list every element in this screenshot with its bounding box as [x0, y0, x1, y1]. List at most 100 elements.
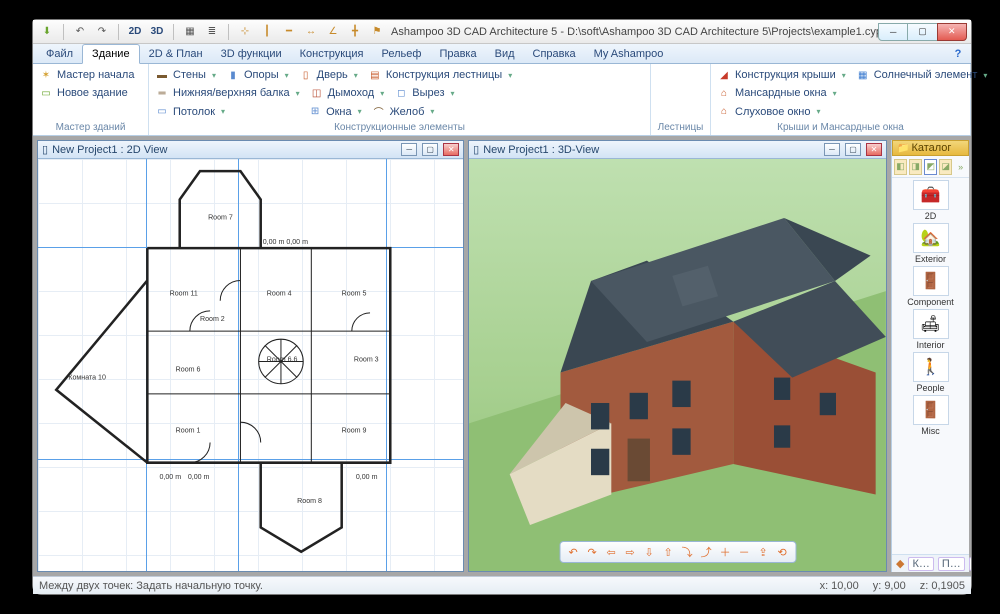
- ruler-h-icon[interactable]: ━: [281, 24, 297, 40]
- btn-walls[interactable]: ▬Стены▾: [155, 68, 216, 82]
- layers-icon[interactable]: ≣: [204, 24, 220, 40]
- btn-supports[interactable]: ▮Опоры▾: [226, 68, 289, 82]
- menu-construction[interactable]: Конструкция: [291, 44, 373, 63]
- guide-icon[interactable]: ╋: [347, 24, 363, 40]
- docked-tab[interactable]: К…: [908, 557, 933, 571]
- catalog-item-2d[interactable]: 🧰2D: [894, 180, 967, 221]
- nav-orbit-left[interactable]: ↶: [565, 545, 581, 559]
- cat-tool-2[interactable]: ◨: [909, 159, 922, 175]
- menu-3d-functions[interactable]: 3D функции: [212, 44, 291, 63]
- btn-chimney[interactable]: ◫Дымоход▾: [310, 86, 385, 100]
- cat-tool-1[interactable]: ◧: [894, 159, 907, 175]
- nav-tilt-down[interactable]: ⤵: [679, 545, 695, 559]
- btn-beam[interactable]: ═Нижняя/верхняя балка▾: [155, 86, 300, 100]
- btn-ceiling[interactable]: ▭Потолок▾: [155, 105, 225, 119]
- grid-icon[interactable]: ▦: [182, 24, 198, 40]
- mdi-title-text: New Project1 : 3D-View: [483, 144, 599, 156]
- btn-roof-windows[interactable]: ⌂Мансардные окна▾: [717, 86, 837, 100]
- tab-icon[interactable]: ◆: [896, 557, 904, 570]
- minimize-button[interactable]: ─: [878, 23, 908, 41]
- menu-edit[interactable]: Правка: [430, 44, 485, 63]
- mdi-minimize[interactable]: ─: [401, 143, 417, 156]
- docked-tabs: ◆ К… П… Р… Р… П…: [892, 554, 969, 572]
- btn-roof[interactable]: ◢Конструкция крыши▾: [717, 68, 846, 82]
- nav-down[interactable]: ⇩: [641, 545, 657, 559]
- btn-solar[interactable]: ▦Солнечный элемент▾: [856, 68, 988, 82]
- btn-stairs[interactable]: ▤Конструкция лестницы▾: [368, 68, 512, 82]
- cat-tool-4[interactable]: ◪: [939, 159, 952, 175]
- nav-tilt-up[interactable]: ⤴: [698, 545, 714, 559]
- 3d-canvas[interactable]: ↶ ↷ ⇦ ⇨ ⇩ ⇧ ⤵ ⤴ ＋ － ⇪ ⟲: [469, 159, 886, 571]
- label: Стены: [173, 69, 206, 81]
- btn-wizard-start[interactable]: ✶Мастер начала: [39, 68, 134, 82]
- snap-icon[interactable]: ⊹: [237, 24, 253, 40]
- mdi-close[interactable]: ✕: [443, 143, 459, 156]
- undo-icon[interactable]: ↶: [72, 24, 88, 40]
- catalog-item-interior[interactable]: 🛋Interior: [894, 309, 967, 350]
- mdi-maximize[interactable]: ▢: [845, 143, 861, 156]
- catalog-item-exterior[interactable]: 🏡Exterior: [894, 223, 967, 264]
- view-2d-toggle[interactable]: 2D: [127, 24, 143, 40]
- menu-2d-plan[interactable]: 2D & План: [140, 44, 212, 63]
- 2d-canvas[interactable]: Room 7 Room 11 Room 2 Room 4 Room 5 Room…: [38, 159, 463, 571]
- catalog-item-misc[interactable]: 🚪Misc: [894, 395, 967, 436]
- mdi-2d-titlebar[interactable]: ▯ New Project1 : 2D View ─ ▢ ✕: [38, 141, 463, 159]
- btn-dormer[interactable]: ⌂Слуховое окно▾: [717, 105, 821, 119]
- status-message: Между двух точек: Задать начальную точку…: [39, 580, 263, 592]
- catalog-title[interactable]: 📁Каталог: [892, 140, 969, 156]
- measure-icon[interactable]: ↔: [303, 24, 319, 40]
- btn-gutter[interactable]: ⌒Желоб▾: [372, 105, 435, 119]
- nav-right[interactable]: ⇨: [622, 545, 638, 559]
- redo-icon[interactable]: ↷: [94, 24, 110, 40]
- cat-tool-3[interactable]: ◩: [924, 159, 937, 175]
- mdi-3d-titlebar[interactable]: ▯ New Project1 : 3D-View ─ ▢ ✕: [469, 141, 886, 159]
- cat-tool-more[interactable]: »: [954, 159, 967, 175]
- chevron-down-icon: ▾: [296, 89, 300, 98]
- flag-icon[interactable]: ⚑: [369, 24, 385, 40]
- label: Нижняя/верхняя балка: [173, 87, 290, 99]
- menu-my-ashampoo[interactable]: My Ashampoo: [585, 44, 673, 63]
- thumb: 🚪: [913, 266, 949, 296]
- nav-zoom-out[interactable]: －: [736, 545, 752, 559]
- svg-text:Room 3: Room 3: [354, 355, 379, 363]
- close-button[interactable]: ✕: [937, 23, 967, 41]
- catalog-item-people[interactable]: 🚶People: [894, 352, 967, 393]
- help-icon[interactable]: ?: [949, 44, 967, 63]
- btn-door[interactable]: ▯Дверь▾: [299, 68, 358, 82]
- mdi-close[interactable]: ✕: [866, 143, 882, 156]
- menu-file[interactable]: Файл: [37, 44, 82, 63]
- thumb: 🛋: [913, 309, 949, 339]
- catalog-item-component[interactable]: 🚪Component: [894, 266, 967, 307]
- view-3d-toggle[interactable]: 3D: [149, 24, 165, 40]
- nav-reset[interactable]: ⟲: [774, 545, 790, 559]
- docked-tab[interactable]: П…: [938, 557, 965, 571]
- catalog-list: 🧰2D 🏡Exterior 🚪Component 🛋Interior 🚶Peop…: [892, 178, 969, 554]
- menu-building[interactable]: Здание: [82, 44, 140, 64]
- chevron-down-icon: ▾: [983, 71, 987, 80]
- nav-up[interactable]: ⇧: [660, 545, 676, 559]
- nav-zoom-in[interactable]: ＋: [717, 545, 733, 559]
- mdi-maximize[interactable]: ▢: [422, 143, 438, 156]
- label: Interior: [916, 340, 944, 350]
- separator: [63, 24, 64, 40]
- menu-terrain[interactable]: Рельеф: [373, 44, 431, 63]
- maximize-button[interactable]: ▢: [907, 23, 937, 41]
- menu-help[interactable]: Справка: [524, 44, 585, 63]
- label: Дверь: [317, 69, 348, 81]
- svg-text:Room 7: Room 7: [208, 214, 233, 222]
- docked-tab[interactable]: Р…: [969, 557, 971, 571]
- mdi-minimize[interactable]: ─: [824, 143, 840, 156]
- ruler-v-icon[interactable]: ┃: [259, 24, 275, 40]
- angle-icon[interactable]: ∠: [325, 24, 341, 40]
- btn-new-building[interactable]: ▭Новое здание: [39, 86, 128, 100]
- label: Окна: [326, 106, 352, 118]
- btn-cutout[interactable]: ◻Вырез▾: [394, 86, 454, 100]
- stairs-icon: ▤: [368, 68, 382, 82]
- label: Component: [907, 297, 954, 307]
- nav-walk[interactable]: ⇪: [755, 545, 771, 559]
- menu-view[interactable]: Вид: [486, 44, 524, 63]
- nav-left[interactable]: ⇦: [603, 545, 619, 559]
- btn-windows[interactable]: ⊞Окна▾: [308, 105, 362, 119]
- nav-orbit-right[interactable]: ↷: [584, 545, 600, 559]
- thumb: 🧰: [913, 180, 949, 210]
